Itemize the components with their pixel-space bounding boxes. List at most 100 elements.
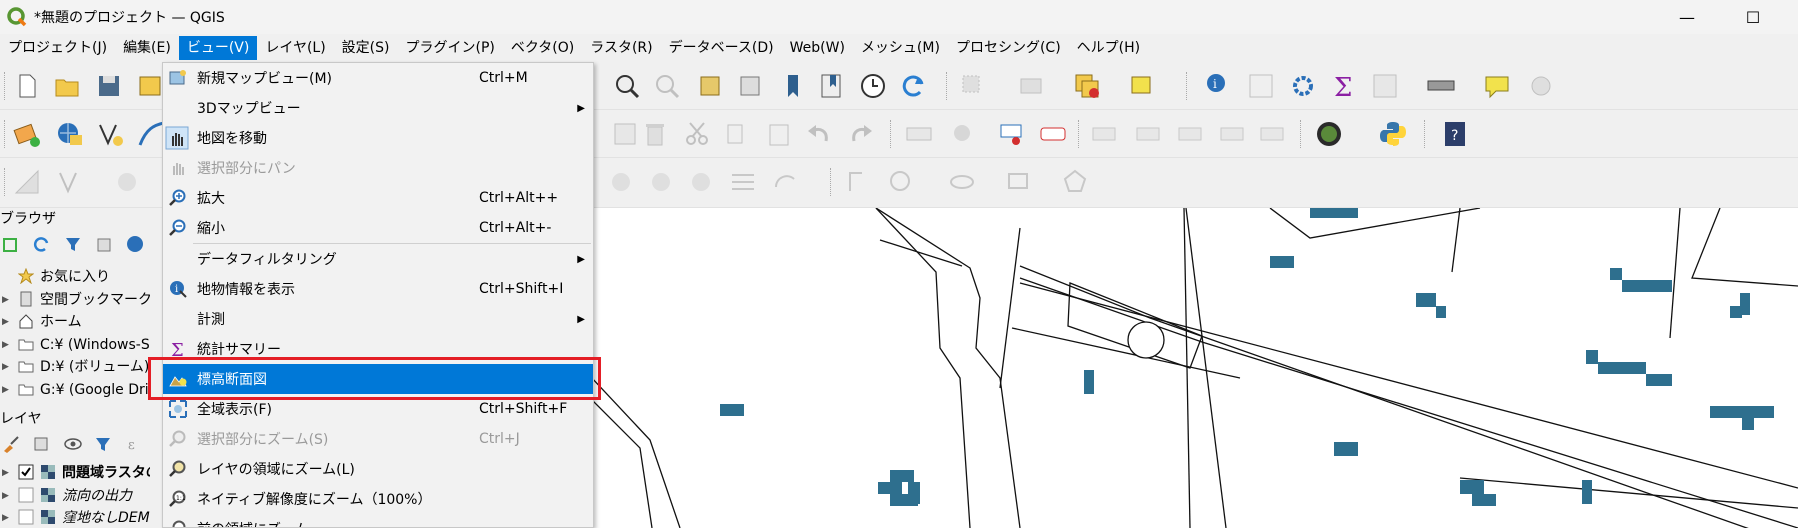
menu-database[interactable]: データベース(D): [661, 36, 782, 60]
split-features-icon[interactable]: [606, 167, 636, 197]
browser-item-spatial-bookmarks[interactable]: ▶ 空間ブックマーク: [0, 289, 150, 312]
chevron-right-icon[interactable]: ▶: [2, 462, 9, 485]
browser-item-home[interactable]: ▶ ホーム: [0, 311, 150, 334]
add-group-icon[interactable]: [32, 435, 50, 453]
menu-data-filtering[interactable]: データフィルタリング ▶: [163, 244, 593, 274]
menu-layer[interactable]: レイヤ(L): [257, 36, 333, 60]
delete-selected-icon[interactable]: [640, 119, 670, 149]
visibility-eye-icon[interactable]: [64, 435, 82, 453]
rectangle-digitize-icon[interactable]: [1004, 167, 1034, 197]
chevron-right-icon[interactable]: ▶: [2, 379, 9, 402]
menu-zoom-to-layer[interactable]: レイヤの領域にズーム(L): [163, 454, 593, 484]
new-project-icon[interactable]: [12, 71, 42, 101]
statistics-sigma-icon[interactable]: Σ: [1328, 71, 1358, 101]
menu-raster[interactable]: ラスタ(R): [582, 36, 660, 60]
menu-web[interactable]: Web(W): [782, 36, 853, 60]
checkbox-unchecked-icon[interactable]: [18, 509, 34, 525]
zoom-to-selection-toolbar-icon[interactable]: [612, 71, 642, 101]
select-by-value-icon[interactable]: [1016, 71, 1046, 101]
show-hide-labels-icon[interactable]: [1134, 119, 1164, 149]
quickmapservices-globe-icon[interactable]: [1314, 119, 1344, 149]
menu-vector[interactable]: ベクタ(O): [503, 36, 582, 60]
open-project-icon[interactable]: [52, 71, 82, 101]
move-label-icon[interactable]: [1176, 119, 1206, 149]
properties-info-icon[interactable]: [126, 235, 144, 253]
edit-attributes-icon[interactable]: [610, 119, 640, 149]
checkbox-unchecked-icon[interactable]: [18, 487, 34, 503]
chevron-right-icon[interactable]: ▶: [2, 485, 9, 508]
filter-icon[interactable]: [64, 235, 82, 253]
expression-filter-icon[interactable]: ε: [126, 435, 144, 453]
attribute-table-icon[interactable]: [1246, 71, 1276, 101]
menu-zoom-in[interactable]: 拡大 Ctrl+Alt++: [163, 183, 593, 213]
browser-item-drive-g[interactable]: ▶ G:¥ (Google Drive): [0, 379, 150, 402]
menu-zoom-last[interactable]: 前の領域にズーム: [163, 514, 593, 527]
menu-edit[interactable]: 編集(E): [115, 36, 179, 60]
menu-settings[interactable]: 設定(S): [334, 36, 398, 60]
redo-icon[interactable]: [846, 119, 876, 149]
polygon-digitize-icon[interactable]: [1060, 167, 1090, 197]
pin-labels-icon[interactable]: [1090, 119, 1120, 149]
add-wms-layer-icon[interactable]: [54, 119, 84, 149]
bookmark-show-icon[interactable]: [736, 71, 766, 101]
browser-item-drive-d[interactable]: ▶ D:¥ (ボリューム): [0, 356, 150, 379]
refresh-icon[interactable]: [32, 235, 50, 253]
new-vector-layer-icon[interactable]: [96, 119, 126, 149]
layer-item-problem-raster[interactable]: ▶ 問題域ラスタの: [0, 462, 150, 485]
chevron-right-icon[interactable]: ▶: [2, 356, 9, 379]
label-pin-icon[interactable]: [948, 119, 978, 149]
collapse-all-icon[interactable]: [96, 235, 114, 253]
split-parts-icon[interactable]: [646, 167, 676, 197]
layer-item-filled-dem[interactable]: ▶ 窪地なしDEM: [0, 507, 150, 528]
chevron-right-icon[interactable]: ▶: [2, 311, 9, 334]
undo-icon[interactable]: [804, 119, 834, 149]
deselect-all-icon[interactable]: [1072, 71, 1102, 101]
select-location-icon[interactable]: [1128, 71, 1158, 101]
filter-legend-icon[interactable]: [94, 435, 112, 453]
select-features-icon[interactable]: [958, 71, 988, 101]
temporal-clock-icon[interactable]: [858, 71, 888, 101]
copy-features-icon[interactable]: [722, 119, 752, 149]
circle-digitize-icon[interactable]: [886, 167, 916, 197]
checkbox-checked-icon[interactable]: [18, 464, 34, 480]
map-tips-icon[interactable]: [1482, 71, 1512, 101]
chevron-right-icon[interactable]: ▶: [2, 289, 9, 312]
layer-item-flow-direction[interactable]: ▶ 流向の出力: [0, 485, 150, 508]
label-toolbar-abc-icon[interactable]: [1038, 119, 1068, 149]
menu-zoom-out[interactable]: 縮小 Ctrl+Alt+-: [163, 213, 593, 243]
minimize-button[interactable]: —: [1664, 4, 1710, 30]
paste-features-icon[interactable]: [764, 119, 794, 149]
label-layer-icon[interactable]: [904, 119, 934, 149]
shape-digitize-icon[interactable]: [844, 167, 874, 197]
identify-features-icon[interactable]: i: [1204, 71, 1234, 101]
align-icon[interactable]: [728, 167, 758, 197]
label-toolbar-ab-icon[interactable]: [998, 119, 1028, 149]
menu-identify-features[interactable]: i 地物情報を表示 Ctrl+Shift+I: [163, 274, 593, 304]
vertex-tool-icon[interactable]: [56, 167, 86, 197]
browser-item-drive-c[interactable]: ▶ C:¥ (Windows-SSD): [0, 334, 150, 357]
menu-processing[interactable]: プロセシング(C): [948, 36, 1069, 60]
bookmark-new-icon[interactable]: [696, 71, 726, 101]
search-settings-icon[interactable]: [1526, 71, 1556, 101]
change-label-icon[interactable]: [1258, 119, 1288, 149]
ellipse-digitize-icon[interactable]: [948, 167, 978, 197]
rotate-label-icon[interactable]: [1218, 119, 1248, 149]
zoom-to-layer-toolbar-icon[interactable]: [652, 71, 682, 101]
menu-project[interactable]: プロジェクト(J): [0, 36, 115, 60]
cut-features-icon[interactable]: [682, 119, 712, 149]
menu-view[interactable]: ビュー(V): [178, 36, 258, 60]
menu-zoom-to-selection[interactable]: 選択部分にズーム(S) Ctrl+J: [163, 424, 593, 454]
toolbox-gear-icon[interactable]: [1288, 71, 1318, 101]
maximize-button[interactable]: ☐: [1730, 4, 1776, 30]
map-canvas[interactable]: [590, 208, 1798, 528]
add-selected-layers-icon[interactable]: [2, 235, 20, 253]
chevron-right-icon[interactable]: ▶: [2, 507, 9, 528]
data-source-manager-icon[interactable]: [12, 119, 42, 149]
python-console-icon[interactable]: [1378, 119, 1408, 149]
measure-ruler-icon[interactable]: [1426, 71, 1456, 101]
advanced-digitize-icon[interactable]: [112, 167, 142, 197]
rotate-point-icon[interactable]: [770, 167, 800, 197]
chevron-right-icon[interactable]: ▶: [2, 334, 9, 357]
open-field-calculator-icon[interactable]: [1370, 71, 1400, 101]
menu-zoom-native[interactable]: 1:1 ネイティブ解像度にズーム（100%）: [163, 484, 593, 514]
